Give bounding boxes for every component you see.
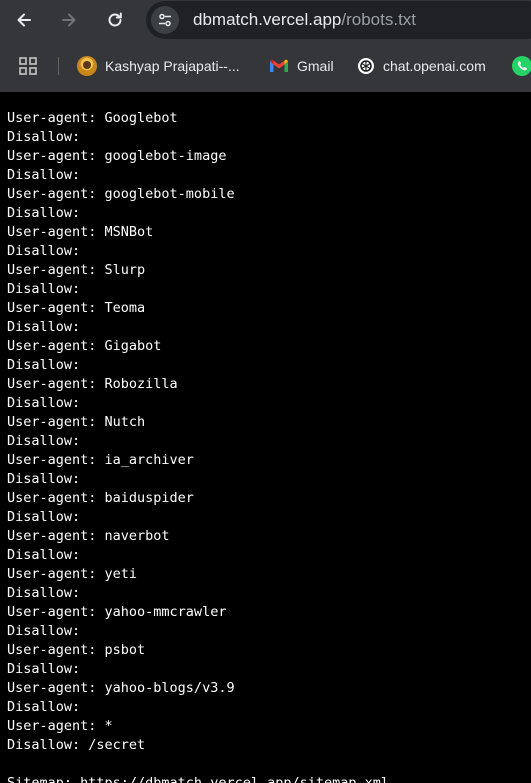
bookmark-whatsapp[interactable] (511, 54, 531, 78)
bookmark-gmail[interactable]: Gmail (269, 54, 334, 78)
apps-button[interactable] (19, 57, 37, 80)
user-agent-line: User-agent: yeti (7, 566, 138, 582)
user-agent-line: User-agent: naverbot (7, 528, 170, 544)
user-agent-line: User-agent: yahoo-blogs/v3.9 (7, 680, 235, 696)
user-agent-line: User-agent: Googlebot (7, 110, 178, 126)
bookmark-label: chat.openai.com (383, 58, 486, 74)
disallow-line: Disallow: (7, 281, 81, 297)
bookmarks-bar: Kashyap Prajapati--... Gmail chat.openai… (0, 48, 531, 84)
back-arrow-icon (17, 13, 31, 27)
whatsapp-icon (511, 55, 531, 77)
disallow-line: Disallow: (7, 585, 81, 601)
disallow-line: Disallow: (7, 205, 81, 221)
openai-icon (357, 57, 375, 75)
reload-icon (108, 12, 122, 27)
user-agent-line: User-agent: psbot (7, 642, 146, 658)
sitemap-line: Sitemap: https://dbmatch.vercel.app/site… (7, 775, 390, 783)
bookmarks-separator (58, 57, 59, 75)
robots-txt-content: User-agent: Googlebot Disallow: User-agent… (7, 109, 389, 783)
disallow-line: Disallow: (7, 433, 81, 449)
site-info-button[interactable] (151, 6, 179, 34)
disallow-line: Disallow: (7, 661, 81, 677)
user-agent-line: User-agent: Teoma (7, 300, 146, 316)
forward-arrow-icon (62, 13, 76, 27)
disallow-line: Disallow: (7, 699, 81, 715)
user-agent-line: User-agent: googlebot-image (7, 148, 227, 164)
disallow-line: Disallow: /secret (7, 737, 146, 753)
bookmark-label: Kashyap Prajapati--... (105, 58, 240, 74)
gmail-icon (269, 58, 289, 74)
disallow-line: Disallow: (7, 357, 81, 373)
address-bar[interactable]: dbmatch.vercel.app/robots.txt (146, 1, 531, 39)
browser-toolbar: dbmatch.vercel.app/robots.txt (0, 0, 531, 40)
user-agent-line: User-agent: ia_archiver (7, 452, 194, 468)
user-agent-line: User-agent: MSNBot (7, 224, 154, 240)
robots-txt-page: User-agent: Googlebot Disallow: User-agent… (0, 92, 531, 783)
tune-icon (159, 13, 171, 27)
url-path: /robots.txt (341, 10, 417, 29)
disallow-line: Disallow: (7, 129, 81, 145)
user-agent-line: User-agent: Gigabot (7, 338, 162, 354)
user-agent-line: User-agent: Nutch (7, 414, 146, 430)
disallow-line: Disallow: (7, 167, 81, 183)
disallow-line: Disallow: (7, 623, 81, 639)
disallow-line: Disallow: (7, 395, 81, 411)
url-host: dbmatch.vercel.app (193, 10, 342, 29)
url-text[interactable]: dbmatch.vercel.app/robots.txt (193, 9, 416, 31)
avatar-icon (77, 56, 97, 76)
disallow-line: Disallow: (7, 509, 81, 525)
reload-button[interactable] (101, 6, 129, 34)
user-agent-line: User-agent: * (7, 718, 113, 734)
disallow-line: Disallow: (7, 471, 81, 487)
user-agent-line: User-agent: baiduspider (7, 490, 194, 506)
user-agent-line: User-agent: yahoo-mmcrawler (7, 604, 227, 620)
forward-button[interactable] (55, 6, 83, 34)
disallow-line: Disallow: (7, 547, 81, 563)
back-button[interactable] (10, 6, 38, 34)
apps-grid-icon (19, 57, 37, 75)
browser-chrome: dbmatch.vercel.app/robots.txt Kashyap Pr… (0, 0, 531, 92)
disallow-line: Disallow: (7, 319, 81, 335)
disallow-line: Disallow: (7, 243, 81, 259)
user-agent-line: User-agent: Robozilla (7, 376, 178, 392)
user-agent-line: User-agent: googlebot-mobile (7, 186, 235, 202)
bookmark-label: Gmail (297, 58, 334, 74)
bookmark-kashyap[interactable]: Kashyap Prajapati--... (77, 54, 240, 78)
bookmark-openai[interactable]: chat.openai.com (357, 54, 486, 78)
user-agent-line: User-agent: Slurp (7, 262, 146, 278)
